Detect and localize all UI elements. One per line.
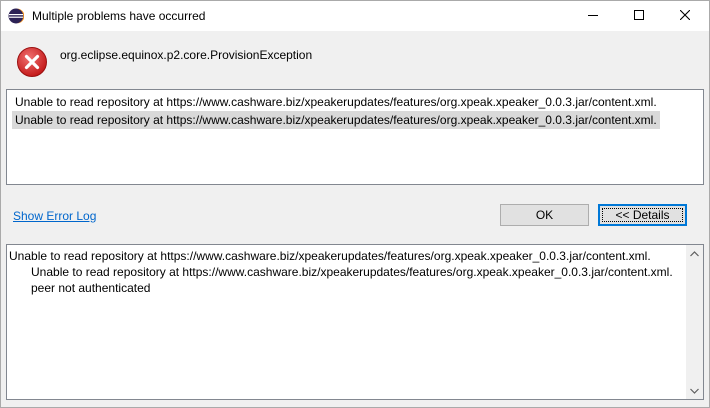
close-button[interactable]: [662, 1, 708, 31]
error-dialog: Multiple problems have occurred org.ecli…: [0, 0, 710, 408]
scroll-down-icon[interactable]: [686, 382, 703, 399]
list-item-selected[interactable]: Unable to read repository at https://www…: [12, 111, 660, 129]
eclipse-icon: [8, 8, 25, 24]
window-title: Multiple problems have occurred: [32, 9, 206, 23]
details-button[interactable]: << Details: [598, 204, 687, 226]
problem-list[interactable]: Unable to read repository at https://www…: [6, 89, 704, 185]
show-error-log-link[interactable]: Show Error Log: [13, 209, 96, 223]
list-item[interactable]: Unable to read repository at https://www…: [12, 93, 660, 111]
title-bar[interactable]: Multiple problems have occurred: [1, 1, 709, 31]
vertical-scrollbar[interactable]: [686, 245, 703, 399]
scroll-up-icon[interactable]: [686, 245, 703, 262]
detail-line: Unable to read repository at https://www…: [9, 249, 651, 263]
details-button-label: << Details: [615, 208, 670, 222]
detail-line: peer not authenticated: [31, 281, 151, 295]
maximize-button[interactable]: [616, 1, 662, 31]
detail-line: Unable to read repository at https://www…: [31, 265, 673, 279]
minimize-button[interactable]: [570, 1, 616, 31]
ok-button-label: OK: [535, 208, 554, 222]
ok-button[interactable]: OK: [500, 204, 589, 226]
details-text-area[interactable]: Unable to read repository at https://www…: [6, 244, 704, 400]
close-icon: [679, 9, 691, 23]
exception-label: org.eclipse.equinox.p2.core.ProvisionExc…: [60, 48, 313, 62]
maximize-icon: [634, 9, 644, 23]
error-icon: [16, 46, 48, 78]
minimize-icon: [588, 9, 598, 23]
